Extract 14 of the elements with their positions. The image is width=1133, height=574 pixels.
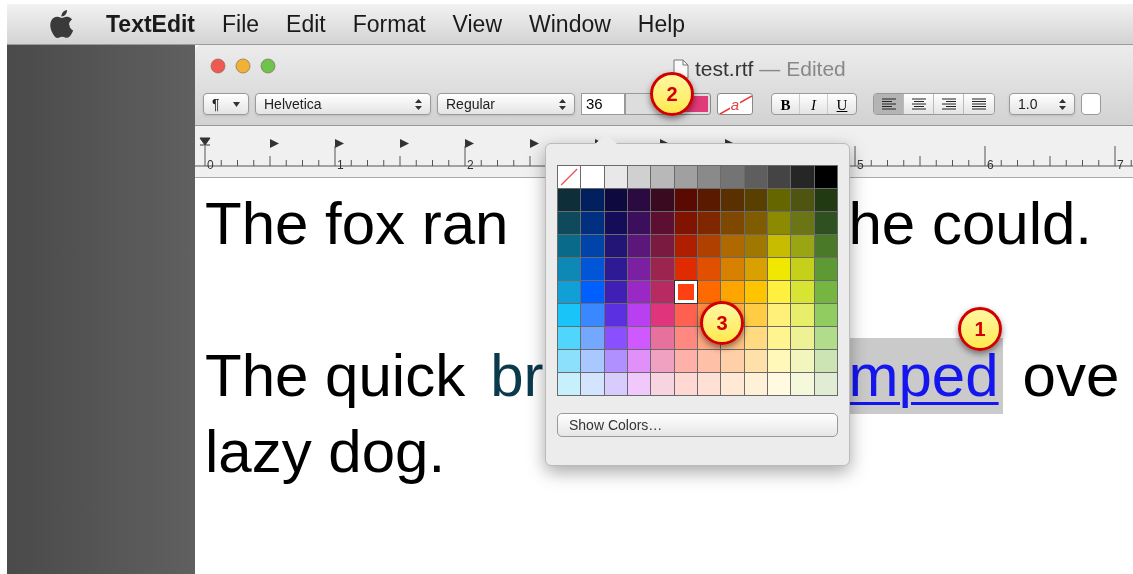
document-text: he could. bbox=[848, 189, 1092, 259]
edited-status: — Edited bbox=[759, 56, 846, 82]
ruler-label: 7 bbox=[1117, 157, 1124, 174]
ruler-label: 2 bbox=[467, 157, 474, 174]
ruler-label: 0 bbox=[207, 157, 214, 174]
document-text: br bbox=[490, 341, 544, 411]
document-text: The quick bbox=[205, 341, 466, 411]
window-title: test.rtf bbox=[695, 56, 754, 82]
document-text: The fox ran bbox=[205, 189, 509, 259]
document-text: lazy dog. bbox=[205, 417, 446, 487]
ruler-label: 5 bbox=[857, 157, 864, 174]
document-text: ove bbox=[1022, 341, 1120, 411]
ruler-label: 1 bbox=[337, 157, 344, 174]
ruler-label: 6 bbox=[987, 157, 994, 174]
